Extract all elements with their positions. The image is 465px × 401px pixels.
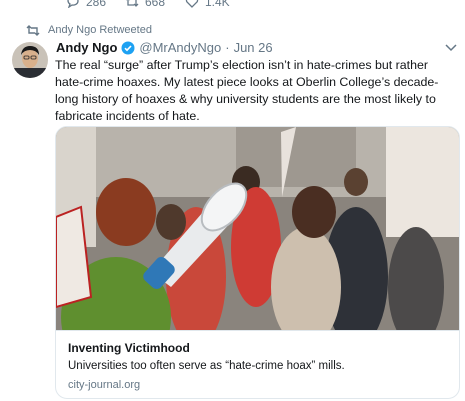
reply-count: 286 [86, 0, 107, 9]
retweet-notice-label: Andy Ngo Retweeted [48, 24, 152, 36]
retweet-icon [126, 0, 139, 7]
reply-icon [67, 0, 79, 8]
avatar[interactable] [12, 42, 48, 78]
link-card[interactable]: Inventing Victimhood Universities too of… [55, 126, 460, 399]
like-action[interactable]: 1.4K [185, 0, 230, 9]
card-body: Inventing Victimhood Universities too of… [56, 330, 459, 398]
tweet-text: The real “surge” after Trump’s election … [55, 58, 439, 123]
author-name[interactable]: Andy Ngo [56, 40, 117, 55]
author-handle[interactable]: @MrAndyNgo [139, 40, 221, 55]
chevron-down-icon[interactable] [445, 43, 457, 53]
retweet-icon [26, 24, 40, 36]
tweet-date[interactable]: Jun 26 [234, 40, 273, 55]
card-image [56, 127, 459, 330]
card-title: Inventing Victimhood [68, 341, 190, 355]
retweet-action[interactable]: 668 [125, 0, 165, 9]
card-description: Universities too often serve as “hate-cr… [68, 360, 345, 372]
like-icon [185, 0, 199, 8]
like-count: 1.4K [205, 0, 230, 9]
tweet-action-bar: 286 668 1.4K [0, 0, 465, 12]
verified-badge-icon [121, 41, 135, 54]
reply-action[interactable]: 286 [66, 0, 106, 9]
avatar-image [12, 42, 48, 78]
card-domain: city-journal.org [68, 379, 141, 391]
retweet-notice[interactable]: Andy Ngo Retweeted [26, 24, 152, 36]
header-separator: · [225, 40, 230, 55]
tweet-header: Andy Ngo @MrAndyNgo · Jun 26 [56, 40, 455, 55]
retweet-count: 668 [145, 0, 166, 9]
